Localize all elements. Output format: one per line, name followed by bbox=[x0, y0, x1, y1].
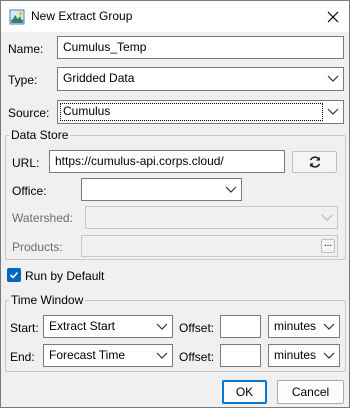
source-label: Source: bbox=[8, 106, 50, 120]
end-select[interactable]: Forecast Time bbox=[43, 344, 173, 367]
watershed-select[interactable] bbox=[85, 206, 338, 229]
start-unit-value: minutes bbox=[274, 319, 317, 333]
end-offset-field[interactable] bbox=[220, 344, 261, 367]
title-bar[interactable]: New Extract Group bbox=[1, 1, 349, 32]
ok-button[interactable]: OK bbox=[222, 380, 267, 404]
dialog-title: New Extract Group bbox=[31, 9, 133, 23]
products-label: Products: bbox=[12, 240, 63, 254]
start-offset-field[interactable] bbox=[220, 315, 261, 338]
cancel-button[interactable]: Cancel bbox=[277, 380, 344, 404]
end-unit-value: minutes bbox=[274, 348, 317, 362]
start-unit-select[interactable]: minutes bbox=[268, 315, 340, 338]
end-offset-label: Offset: bbox=[179, 350, 215, 364]
name-field[interactable]: Cumulus_Temp bbox=[57, 36, 344, 59]
url-label: URL: bbox=[12, 156, 40, 170]
url-field[interactable]: https://cumulus-api.corps.cloud/ bbox=[49, 150, 285, 173]
chevron-down-icon bbox=[156, 352, 168, 359]
chevron-down-icon bbox=[225, 186, 237, 193]
new-extract-group-dialog: New Extract Group Name: Cumulus_Temp Typ… bbox=[0, 0, 350, 408]
close-button[interactable] bbox=[321, 5, 345, 29]
chevron-down-icon bbox=[327, 108, 339, 115]
type-select[interactable]: Gridded Data bbox=[57, 67, 344, 91]
end-unit-select[interactable]: minutes bbox=[268, 344, 340, 367]
run-by-default-label[interactable]: Run by Default bbox=[25, 269, 104, 283]
browse-products-button[interactable]: ... bbox=[321, 239, 335, 253]
focus-indicator bbox=[60, 103, 323, 121]
type-select-value: Gridded Data bbox=[63, 71, 135, 85]
start-select[interactable]: Extract Start bbox=[43, 315, 173, 338]
run-by-default-checkbox[interactable] bbox=[7, 268, 21, 282]
chevron-down-icon bbox=[321, 214, 333, 221]
office-select[interactable] bbox=[81, 178, 242, 201]
data-store-title: Data Store bbox=[9, 128, 71, 142]
chevron-down-icon bbox=[323, 352, 335, 359]
refresh-button[interactable] bbox=[292, 151, 337, 173]
name-label: Name: bbox=[8, 42, 44, 56]
checkmark-icon bbox=[9, 271, 19, 279]
start-offset-label: Offset: bbox=[179, 321, 215, 335]
watershed-label: Watershed: bbox=[12, 211, 73, 225]
chevron-down-icon bbox=[323, 323, 335, 330]
office-label: Office: bbox=[12, 184, 47, 198]
time-window-title: Time Window bbox=[9, 293, 86, 307]
refresh-icon bbox=[309, 156, 320, 168]
start-label: Start: bbox=[10, 321, 39, 335]
chevron-down-icon bbox=[156, 323, 168, 330]
end-label: End: bbox=[10, 350, 35, 364]
end-select-value: Forecast Time bbox=[49, 348, 126, 362]
type-label: Type: bbox=[8, 73, 38, 87]
chevron-down-icon bbox=[327, 75, 339, 82]
start-select-value: Extract Start bbox=[49, 319, 116, 333]
source-select[interactable]: Cumulus bbox=[57, 100, 344, 124]
close-icon bbox=[327, 11, 339, 23]
app-icon bbox=[9, 9, 25, 25]
products-field[interactable] bbox=[81, 235, 338, 257]
